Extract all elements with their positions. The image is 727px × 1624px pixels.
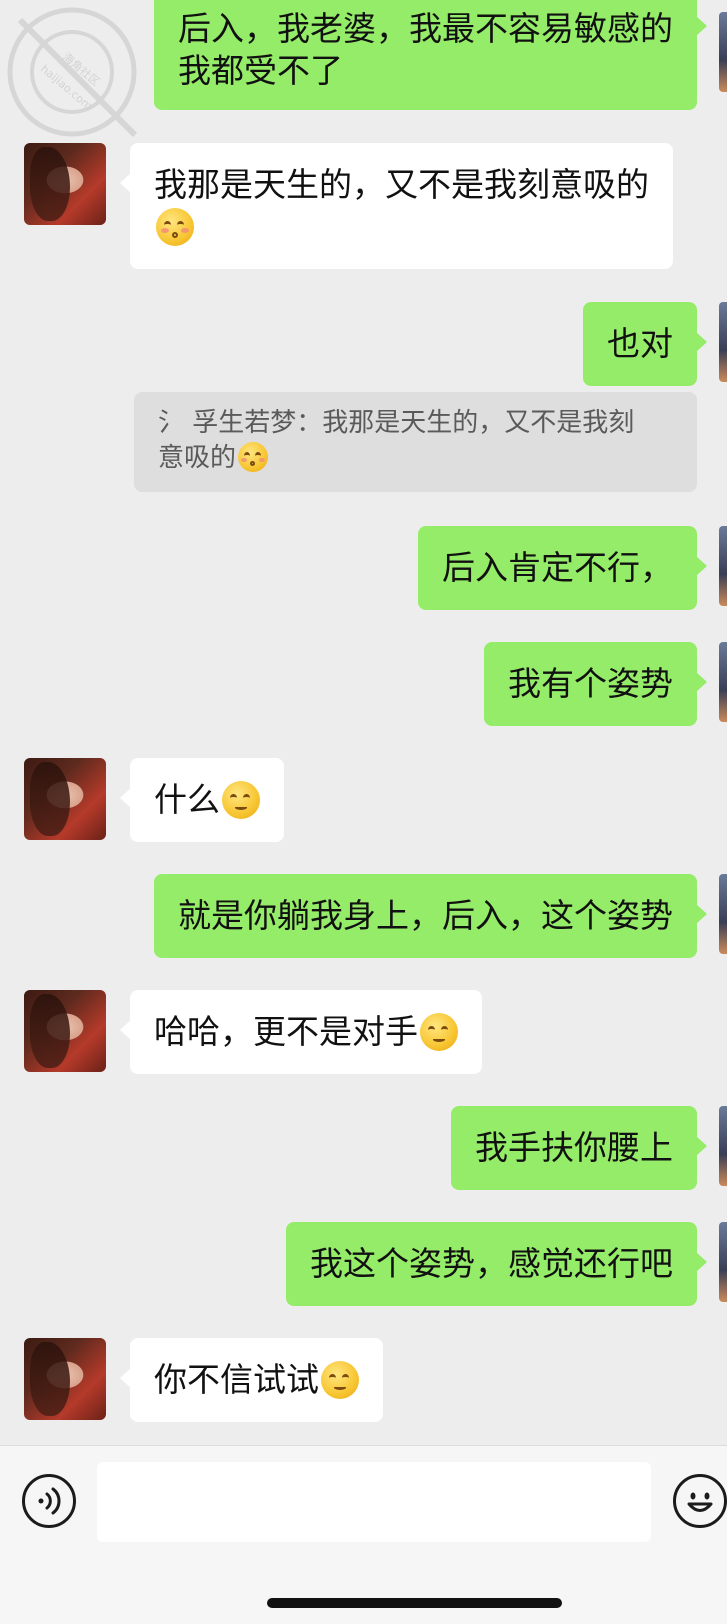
message-text: 后入，我老婆，我最不容易敏感的 [178, 9, 673, 48]
message-text: 我都受不了 [178, 51, 343, 90]
message-text: 就是你躺我身上，后入，这个姿势 [178, 896, 673, 935]
message-text: 后入肯定不行， [442, 548, 673, 587]
message-bubble-incoming[interactable]: 你不信试试 [120, 1338, 383, 1422]
self-avatar[interactable] [719, 12, 727, 92]
avatar[interactable] [24, 758, 106, 840]
self-avatar[interactable] [719, 1222, 727, 1302]
self-avatar[interactable] [719, 526, 727, 606]
message-bubble-outgoing[interactable]: 后入，我老婆，我最不容易敏感的 我都受不了 [154, 0, 707, 110]
quoted-message[interactable]: 氵 孚生若梦：我那是天生的，又不是我刻 意吸的 [134, 392, 697, 492]
watermark-logo: 海角社区 haijiao.com [7, 7, 138, 138]
quote-text: 氵 孚生若梦：我那是天生的，又不是我刻 [158, 408, 635, 438]
avatar[interactable] [24, 990, 106, 1072]
self-avatar[interactable] [719, 1106, 727, 1186]
message-text: 哈哈，更不是对手 [154, 1012, 418, 1051]
message-bubble-outgoing[interactable]: 后入肯定不行， [418, 526, 707, 610]
message-bubble-outgoing[interactable]: 就是你躺我身上，后入，这个姿势 [154, 874, 707, 958]
avatar[interactable] [24, 143, 106, 225]
message-text: 也对 [607, 324, 673, 363]
message-text: 你不信试试 [154, 1360, 319, 1399]
smiling-face-emoji-icon [222, 781, 260, 819]
message-text: 什么 [154, 780, 220, 819]
message-bubble-outgoing[interactable]: 我有个姿势 [484, 642, 707, 726]
avatar[interactable] [24, 1338, 106, 1420]
message-bubble-outgoing[interactable]: 也对 [583, 302, 707, 386]
message-bubble-outgoing[interactable]: 我手扶你腰上 [451, 1106, 707, 1190]
chat-area[interactable]: 海角社区 haijiao.com 后入，我老婆，我最不容易敏感的 我都受不了 我… [0, 0, 727, 1445]
message-bubble-incoming[interactable]: 哈哈，更不是对手 [120, 990, 482, 1074]
smiling-face-emoji-icon [321, 1361, 359, 1399]
message-bubble-incoming[interactable]: 我那是天生的，又不是我刻意吸的 [120, 143, 673, 269]
input-bar [0, 1445, 727, 1624]
message-bubble-incoming[interactable]: 什么 [120, 758, 284, 842]
emoji-icon[interactable] [673, 1474, 727, 1528]
kissing-face-emoji-icon [156, 208, 194, 246]
message-text: 我那是天生的，又不是我刻意吸的 [154, 165, 649, 204]
smiling-face-emoji-icon [420, 1013, 458, 1051]
self-avatar[interactable] [719, 642, 727, 722]
self-avatar[interactable] [719, 874, 727, 954]
message-text: 我这个姿势，感觉还行吧 [310, 1244, 673, 1283]
message-text: 我手扶你腰上 [475, 1128, 673, 1167]
kissing-face-emoji-icon [238, 442, 269, 472]
message-text: 我有个姿势 [508, 664, 673, 703]
message-input[interactable] [97, 1462, 651, 1542]
message-bubble-outgoing[interactable]: 我这个姿势，感觉还行吧 [286, 1222, 707, 1306]
self-avatar[interactable] [719, 302, 727, 382]
voice-icon[interactable] [22, 1474, 76, 1528]
home-indicator[interactable] [267, 1598, 562, 1608]
quote-text: 意吸的 [158, 443, 237, 473]
